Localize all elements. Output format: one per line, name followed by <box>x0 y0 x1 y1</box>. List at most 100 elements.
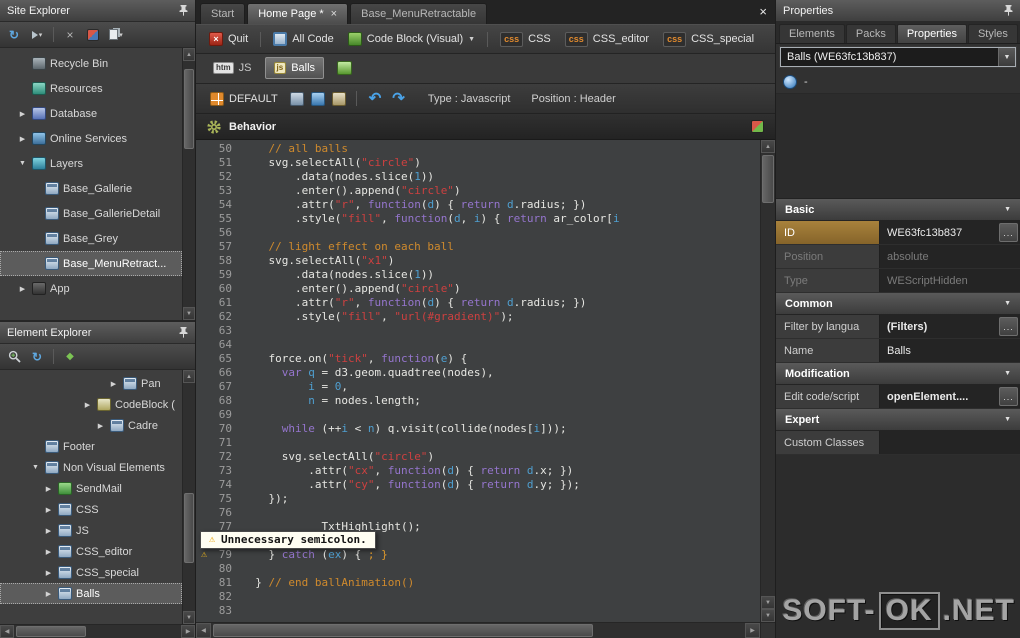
chevron-right-icon[interactable]: ▶ <box>17 135 28 143</box>
property-section-modification[interactable]: Modification▼ <box>776 363 1020 385</box>
validate-button[interactable]: ◆ <box>60 347 80 367</box>
code-line-54[interactable]: 54 .attr("r", function(d) { return d.rad… <box>196 198 760 212</box>
properties-tab-packs[interactable]: Packs <box>846 24 896 43</box>
chevron-right-icon[interactable]: ▶ <box>43 548 54 556</box>
refresh-icon[interactable]: ↻ <box>4 25 24 45</box>
ellipsis-button[interactable]: ... <box>999 387 1018 406</box>
toolbar-button-css-special[interactable]: cssCSS_special <box>658 30 759 49</box>
import-icon[interactable] <box>311 92 325 106</box>
close-document-icon[interactable]: × <box>759 4 767 19</box>
tree-item-non-visual-elements[interactable]: ▼Non Visual Elements <box>0 457 182 478</box>
tree-item-base-galleriedetail[interactable]: Base_GallerieDetail <box>0 201 182 226</box>
tree-item-css[interactable]: ▶CSS <box>0 499 182 520</box>
code-line-60[interactable]: 60 .enter().append("circle") <box>196 282 760 296</box>
copy-dropdown-button[interactable]: ▾ <box>106 25 126 45</box>
property-section-common[interactable]: Common▼ <box>776 293 1020 315</box>
tree-item-sendmail[interactable]: ▶SendMail <box>0 478 182 499</box>
code-line-82[interactable]: 82 <box>196 590 760 604</box>
code-line-73[interactable]: 73 .attr("cx", function(d) { return d.x;… <box>196 464 760 478</box>
pin-icon[interactable] <box>179 5 188 16</box>
property-row-filter-by-langua[interactable]: Filter by langua(Filters)... <box>776 315 1020 339</box>
document-tab-base-menuretractable[interactable]: Base_MenuRetractable <box>350 3 487 24</box>
property-row-position[interactable]: Positionabsolute <box>776 245 1020 269</box>
scrollbar-track[interactable] <box>183 61 195 307</box>
delete-button[interactable]: × <box>60 25 80 45</box>
property-value[interactable]: (Filters) <box>880 315 999 338</box>
ellipsis-button[interactable]: ... <box>999 317 1018 336</box>
tree-item-base-menuretract[interactable]: Base_MenuRetract... <box>0 251 182 276</box>
property-row-id[interactable]: IDWE63fc13b837... <box>776 221 1020 245</box>
element-selector[interactable]: Balls (WE63fc13b837) ▼ <box>780 47 1016 67</box>
element-explorer-vscrollbar[interactable]: ▲ ▼ <box>182 370 195 624</box>
scroll-right-button[interactable]: ▶ <box>745 623 760 638</box>
scrollbar-track[interactable] <box>14 625 181 638</box>
globe-icon[interactable] <box>783 75 797 89</box>
code-line-70[interactable]: 70 while (++i < n) q.visit(collide(nodes… <box>196 422 760 436</box>
code-line-52[interactable]: 52 .data(nodes.slice(1)) <box>196 170 760 184</box>
close-tab-icon[interactable]: × <box>331 9 337 20</box>
code-line-62[interactable]: 62 .style("fill", "url(#gradient)"); <box>196 310 760 324</box>
chevron-down-icon[interactable]: ▼ <box>17 160 28 167</box>
default-style-button[interactable]: DEFAULT <box>205 90 283 108</box>
code-line-83[interactable]: 83 <box>196 604 760 618</box>
tree-item-balls[interactable]: ▶Balls <box>0 583 182 604</box>
code-line-68[interactable]: 68 n = nodes.length; <box>196 394 760 408</box>
code-line-69[interactable]: 69 <box>196 408 760 422</box>
properties-tab-styles[interactable]: Styles <box>968 24 1018 43</box>
tree-item-pan[interactable]: ▶Pan <box>0 373 182 394</box>
code-editor[interactable]: ⚠ Unnecessary semicolon. 50 // all balls… <box>196 140 775 622</box>
code-vscrollbar[interactable]: ▲ ▼ ▼ <box>760 140 775 622</box>
code-line-72[interactable]: 72 svg.selectAll("circle") <box>196 450 760 464</box>
scrollbar-thumb[interactable] <box>762 155 774 203</box>
code-line-76[interactable]: 76 <box>196 506 760 520</box>
properties-tab-properties[interactable]: Properties <box>897 24 967 43</box>
code-line-53[interactable]: 53 .enter().append("circle") <box>196 184 760 198</box>
site-explorer-vscrollbar[interactable]: ▲ ▼ <box>182 48 195 320</box>
property-row-type[interactable]: TypeWEScriptHidden <box>776 269 1020 293</box>
chevron-right-icon[interactable]: ▶ <box>43 506 54 514</box>
code-hscrollbar[interactable]: ◀ ▶ <box>196 622 775 638</box>
toolbar-button-code-block-visual[interactable]: Code Block (Visual)▼ <box>343 30 480 48</box>
tree-item-layers[interactable]: ▼Layers <box>0 151 182 176</box>
code-line-80[interactable]: 80 <box>196 562 760 576</box>
code-tab-balls[interactable]: jsBalls <box>265 57 325 79</box>
scroll-up-button[interactable]: ▲ <box>183 48 195 61</box>
tree-item-cadre[interactable]: ▶Cadre <box>0 415 182 436</box>
scroll-left-button[interactable]: ◀ <box>0 625 14 638</box>
code-line-64[interactable]: 64 <box>196 338 760 352</box>
scrollbar-thumb[interactable] <box>16 626 86 637</box>
scrollbar-thumb[interactable] <box>213 624 593 637</box>
property-value[interactable]: openElement.... <box>880 385 999 408</box>
tree-item-recycle-bin[interactable]: Recycle Bin <box>0 51 182 76</box>
pin-icon[interactable] <box>1004 5 1013 16</box>
chevron-right-icon[interactable]: ▶ <box>17 285 28 293</box>
scroll-up-button[interactable]: ▲ <box>761 140 775 153</box>
chevron-right-icon[interactable]: ▶ <box>17 110 28 118</box>
property-value[interactable]: Balls <box>880 339 1020 362</box>
toolbar-button-all-code[interactable]: All Code <box>268 30 339 48</box>
chevron-right-icon[interactable]: ▶ <box>82 401 93 409</box>
scroll-down-button[interactable]: ▼ <box>183 611 195 624</box>
search-button[interactable] <box>4 347 24 367</box>
pin-icon[interactable] <box>179 327 188 338</box>
chevron-down-icon[interactable]: ▼ <box>30 464 41 471</box>
tree-item-js[interactable]: ▶JS <box>0 520 182 541</box>
property-row-custom-classes[interactable]: Custom Classes <box>776 431 1020 455</box>
properties-tab-elements[interactable]: Elements <box>779 24 845 43</box>
code-lines[interactable]: ⚠ Unnecessary semicolon. 50 // all balls… <box>196 140 760 622</box>
ellipsis-button[interactable]: ... <box>999 223 1018 242</box>
chevron-right-icon[interactable]: ▶ <box>43 485 54 493</box>
document-tab-start[interactable]: Start <box>200 3 245 24</box>
tree-item-database[interactable]: ▶Database <box>0 101 182 126</box>
chevron-right-icon[interactable]: ▶ <box>43 527 54 535</box>
tree-item-footer[interactable]: Footer <box>0 436 182 457</box>
scroll-right-button[interactable]: ▶ <box>181 625 195 638</box>
theme-button[interactable] <box>83 25 103 45</box>
navigate-dropdown-button[interactable]: ▾ <box>27 25 47 45</box>
code-tab-js[interactable]: htmJS <box>204 57 261 79</box>
new-snippet-icon[interactable] <box>290 92 304 106</box>
code-line-51[interactable]: 51 svg.selectAll("circle") <box>196 156 760 170</box>
tree-item-online-services[interactable]: ▶Online Services <box>0 126 182 151</box>
property-value[interactable]: WE63fc13b837 <box>880 221 999 244</box>
new-code-tab-button[interactable] <box>328 57 361 79</box>
